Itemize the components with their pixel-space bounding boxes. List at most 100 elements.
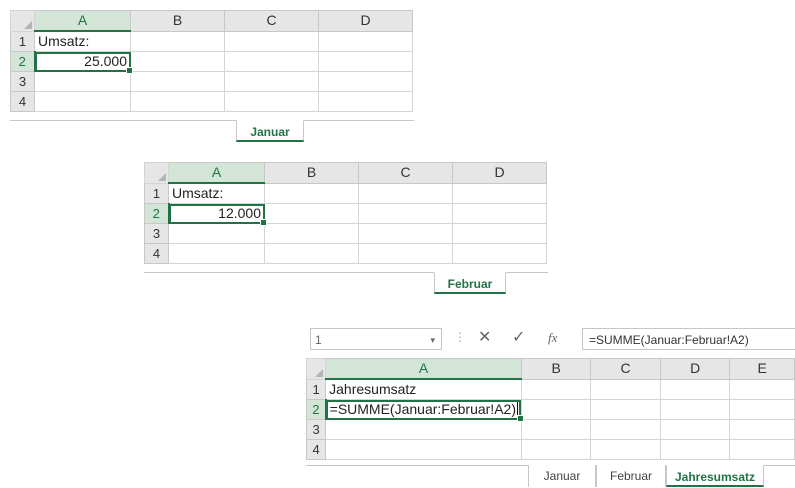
cell-d4[interactable]	[659, 439, 731, 460]
cell-b2[interactable]	[130, 51, 225, 72]
column-header-a[interactable]: A	[168, 162, 265, 184]
select-all-corner[interactable]	[10, 10, 35, 32]
tab-februar[interactable]: Februar	[434, 272, 506, 294]
cell-a1[interactable]: Umsatz:	[34, 30, 131, 52]
chevron-down-icon[interactable]: ▾	[430, 329, 435, 351]
tab-februar[interactable]: Februar	[596, 465, 666, 487]
cell-c2[interactable]	[590, 399, 661, 420]
cell-c3[interactable]	[224, 71, 319, 92]
jahresumsatz-sheet-tabs-bar: Januar Februar Jahresumsatz	[306, 465, 795, 488]
cell-c4[interactable]	[590, 439, 661, 460]
formula-input[interactable]: =SUMME(Januar:Februar!A2)	[582, 328, 795, 350]
cell-b1[interactable]	[264, 182, 359, 204]
row-header-4[interactable]: 4	[10, 91, 35, 112]
row-header-2[interactable]: 2	[305, 399, 327, 420]
row-header-1[interactable]: 1	[144, 182, 169, 204]
cell-e4[interactable]	[729, 439, 795, 460]
cell-c1[interactable]	[590, 378, 661, 400]
cell-c1[interactable]	[224, 30, 319, 52]
cell-c1[interactable]	[358, 182, 453, 204]
cancel-icon[interactable]: ✕	[478, 328, 491, 348]
column-header-e[interactable]: E	[729, 358, 795, 380]
cell-d1[interactable]	[452, 182, 547, 204]
row-header-4[interactable]: 4	[144, 243, 169, 264]
select-all-corner[interactable]	[144, 162, 169, 184]
column-header-d[interactable]: D	[452, 162, 547, 184]
cell-a2-editing[interactable]: =SUMME(Januar:Februar!A2)	[325, 399, 524, 423]
cell-a2[interactable]: 12.000	[168, 203, 267, 227]
row-header-3[interactable]: 3	[305, 419, 327, 440]
column-header-a[interactable]: A	[34, 10, 131, 32]
cell-b4[interactable]	[520, 439, 592, 460]
cell-d1[interactable]	[318, 30, 413, 52]
cell-e3[interactable]	[729, 419, 795, 440]
cell-d1[interactable]	[659, 378, 731, 400]
cell-c3[interactable]	[358, 223, 453, 244]
column-header-b[interactable]: B	[264, 162, 359, 184]
cell-a3[interactable]	[168, 223, 265, 244]
cell-c2[interactable]	[358, 203, 453, 224]
cell-a1[interactable]: Umsatz:	[168, 182, 265, 204]
cell-c4[interactable]	[358, 243, 453, 264]
cell-c3[interactable]	[590, 419, 661, 440]
cell-b4[interactable]	[264, 243, 359, 264]
cell-d3[interactable]	[659, 419, 731, 440]
tab-jahresumsatz[interactable]: Jahresumsatz	[666, 465, 764, 487]
row-header-2[interactable]: 2	[10, 51, 36, 72]
column-header-b[interactable]: B	[520, 358, 592, 380]
cell-d2[interactable]	[659, 399, 731, 420]
row-header-3[interactable]: 3	[10, 71, 35, 92]
cell-d2[interactable]	[452, 203, 547, 224]
cell-b1[interactable]	[130, 30, 225, 52]
cell-d4[interactable]	[452, 243, 547, 264]
separator-icon: ⋮	[454, 330, 466, 344]
cell-a4[interactable]	[34, 91, 131, 112]
jahresumsatz-sheet: A B C D E 1 Jahresumsatz 2 =SUMME(Januar…	[305, 358, 795, 488]
cell-b1[interactable]	[520, 378, 592, 400]
column-header-c[interactable]: C	[358, 162, 453, 184]
februar-grid: A B C D 1 Umsatz: 2 12.000 3 4	[144, 162, 547, 264]
select-all-corner[interactable]	[305, 358, 327, 380]
column-header-c[interactable]: C	[224, 10, 319, 32]
cell-c2[interactable]	[224, 51, 319, 72]
column-header-b[interactable]: B	[130, 10, 225, 32]
row-header-1[interactable]: 1	[10, 30, 35, 52]
column-header-a[interactable]: A	[325, 358, 522, 380]
row-header-1[interactable]: 1	[305, 378, 327, 400]
cell-a2[interactable]: 25.000	[34, 51, 133, 75]
name-box[interactable]: 1 ▾	[310, 328, 442, 350]
cell-a3[interactable]	[34, 71, 131, 92]
tab-januar[interactable]: Januar	[236, 120, 304, 142]
cell-b4[interactable]	[130, 91, 225, 112]
cell-c4[interactable]	[224, 91, 319, 112]
name-box-value: 1	[315, 333, 322, 347]
enter-icon[interactable]: ✓	[512, 328, 525, 348]
formula-bar: 1 ▾ ⋮ ✕ ✓ fx =SUMME(Januar:Februar!A2)	[306, 318, 795, 358]
cell-a1[interactable]: Jahresumsatz	[325, 378, 522, 400]
cell-b3[interactable]	[264, 223, 359, 244]
januar-grid: A B C D 1 Umsatz: 2 25.000 3 4	[10, 10, 413, 112]
row-header-4[interactable]: 4	[305, 439, 327, 460]
cell-d2[interactable]	[318, 51, 413, 72]
cell-b3[interactable]	[130, 71, 225, 92]
cell-e1[interactable]	[729, 378, 795, 400]
cell-b2[interactable]	[264, 203, 359, 224]
column-header-d[interactable]: D	[318, 10, 413, 32]
cell-e2[interactable]	[729, 399, 795, 420]
cell-b2[interactable]	[520, 399, 592, 420]
cell-a4[interactable]	[168, 243, 265, 264]
cell-b3[interactable]	[520, 419, 592, 440]
cell-a3[interactable]	[325, 419, 522, 440]
februar-sheet: A B C D 1 Umsatz: 2 12.000 3 4 Februar	[144, 162, 548, 295]
januar-sheet-tabs-bar: Januar	[10, 120, 414, 143]
row-header-2[interactable]: 2	[144, 203, 170, 224]
cell-d4[interactable]	[318, 91, 413, 112]
tab-januar[interactable]: Januar	[528, 465, 596, 487]
column-header-d[interactable]: D	[659, 358, 731, 380]
insert-function-icon[interactable]: fx	[548, 328, 557, 348]
row-header-3[interactable]: 3	[144, 223, 169, 244]
column-header-c[interactable]: C	[590, 358, 661, 380]
cell-d3[interactable]	[318, 71, 413, 92]
cell-a4[interactable]	[325, 439, 522, 460]
cell-d3[interactable]	[452, 223, 547, 244]
